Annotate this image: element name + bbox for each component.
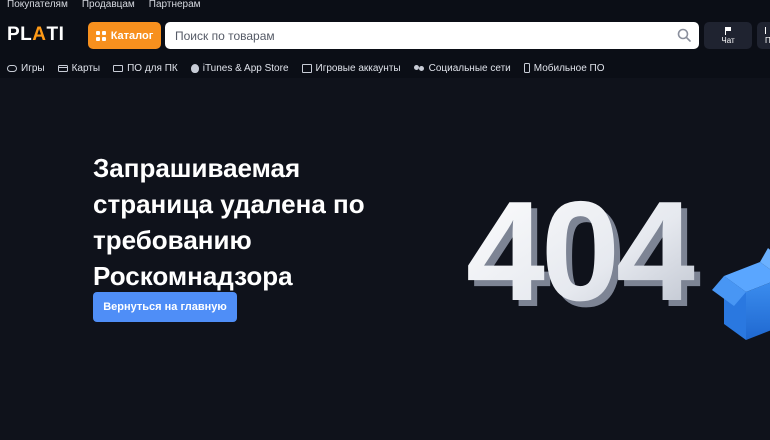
- search-input[interactable]: [165, 22, 645, 49]
- search-bar: [165, 22, 699, 49]
- pc-icon: [113, 64, 124, 72]
- chat-icon: [724, 26, 732, 35]
- grid-icon: [95, 30, 106, 41]
- top-links: Покупателям Продавцам Партнерам: [7, 0, 201, 11]
- top-bar: Покупателям Продавцам Партнерам: [0, 0, 770, 13]
- nav-item-cards[interactable]: Карты: [57, 63, 100, 74]
- top-link-sellers[interactable]: Продавцам: [82, 0, 135, 11]
- open-box-icon: [712, 248, 770, 340]
- mobile-icon: [523, 63, 530, 73]
- nav-item-games[interactable]: Игры: [7, 63, 45, 74]
- top-link-partners[interactable]: Партнерам: [149, 0, 201, 11]
- nav-item-mobile[interactable]: Мобильное ПО: [523, 63, 605, 74]
- site-logo[interactable]: PL A TI: [7, 24, 64, 46]
- chat-label: Чат: [721, 35, 735, 45]
- error-404-illustration: 404 404 404: [466, 172, 770, 340]
- extra-label: П: [765, 36, 770, 45]
- back-home-button[interactable]: Вернуться на главную: [93, 292, 237, 322]
- chat-button[interactable]: Чат: [704, 22, 752, 49]
- gamepad-icon: [7, 64, 17, 72]
- error-code-face: 404: [466, 172, 695, 331]
- nav-item-social[interactable]: Социальные сети: [413, 63, 511, 74]
- nav-item-pc-software[interactable]: ПО для ПК: [113, 63, 178, 74]
- extra-icon: [765, 27, 770, 34]
- category-nav: Игры Карты ПО для ПК iTunes & App Store …: [0, 58, 770, 78]
- catalog-button[interactable]: Каталог: [88, 22, 161, 49]
- top-link-buyers[interactable]: Покупателям: [7, 0, 68, 11]
- error-title: Запрашиваемая страница удалена по требов…: [93, 153, 365, 291]
- nav-item-itunes[interactable]: iTunes & App Store: [190, 63, 289, 74]
- catalog-label: Каталог: [110, 29, 154, 42]
- apple-icon: [190, 63, 199, 73]
- people-icon: [413, 64, 425, 73]
- search-icon[interactable]: [677, 28, 691, 42]
- header: PLATI Каталог Чат П: [0, 13, 770, 58]
- card-icon: [57, 64, 68, 72]
- extra-header-button[interactable]: П: [757, 22, 770, 49]
- nav-item-game-accounts[interactable]: Игровые аккаунты: [301, 63, 401, 74]
- account-icon: [301, 63, 312, 73]
